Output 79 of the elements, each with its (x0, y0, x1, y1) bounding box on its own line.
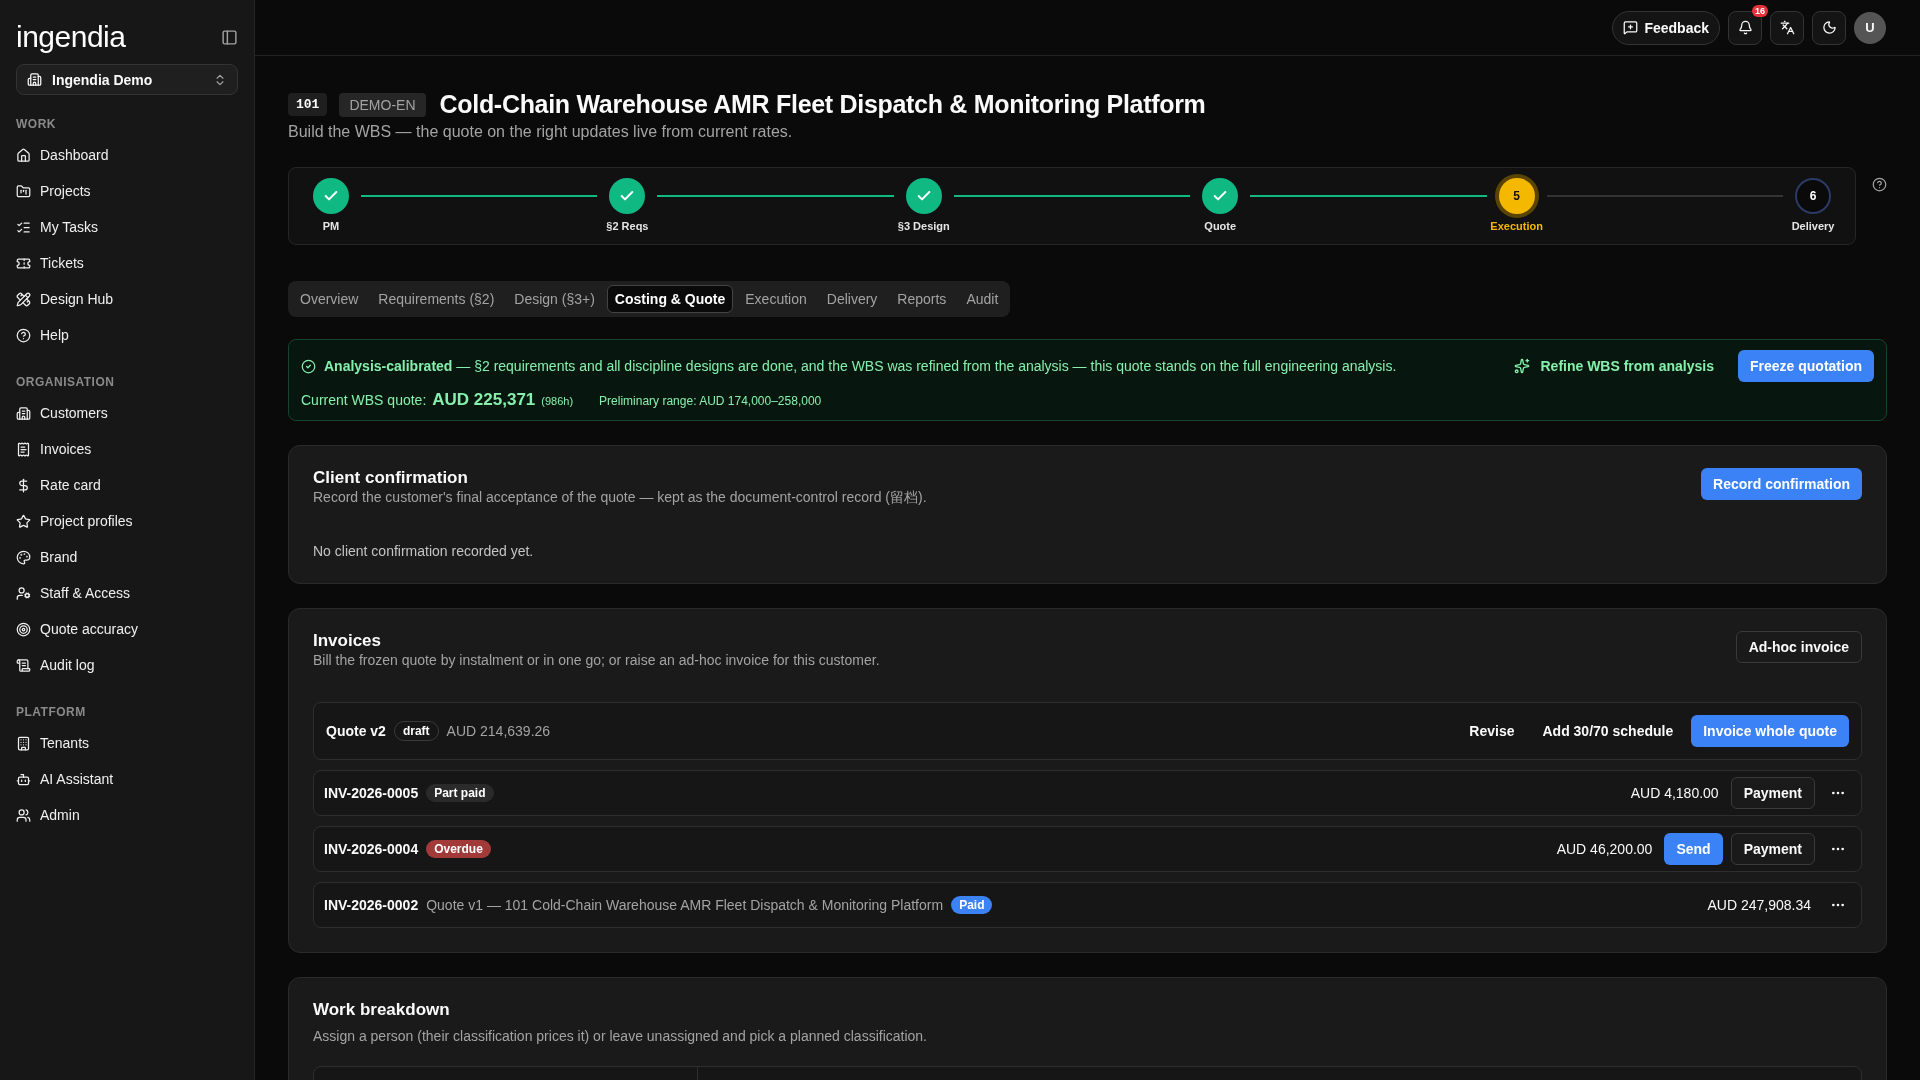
status-badge: Paid (951, 896, 993, 914)
nav-item[interactable]: Staff & Access (16, 575, 238, 611)
record-confirmation-button[interactable]: Record confirmation (1701, 468, 1862, 500)
card-title: Work breakdown (313, 1000, 451, 1020)
logo: ingendia (16, 20, 126, 54)
freeze-button[interactable]: Freeze quotation (1738, 350, 1874, 382)
outline-button[interactable]: Payment (1730, 777, 1815, 809)
nav-section-title: ORGANISATION (16, 375, 116, 389)
nav-item[interactable]: Tenants (16, 725, 238, 761)
nav-item[interactable]: Tickets (16, 245, 238, 281)
primary-button[interactable]: Send (1664, 833, 1723, 865)
invoice-number: INV-2026-0005 (324, 785, 419, 801)
tab[interactable]: Overview (292, 285, 367, 313)
tab[interactable]: Design (§3+) (506, 285, 603, 313)
text-button[interactable]: Add 30/70 schedule (1532, 715, 1684, 747)
user-avatar[interactable]: U (1854, 11, 1886, 44)
nav-item[interactable]: Help (16, 317, 238, 353)
card-title: Invoices (313, 631, 383, 651)
step-label: §3 Design (897, 220, 950, 232)
step-label: PM (322, 220, 340, 232)
quote-label: Current WBS quote: (301, 392, 427, 408)
invoice-description: Quote v1 — 101 Cold-Chain Warehouse AMR Fleet Dispatch & Monitoring Platform (426, 897, 944, 913)
project-title: Cold-Chain Warehouse AMR Fleet Dispatch & Monitoring Platform (439, 90, 1206, 119)
step-indicator[interactable]: 5 (1498, 178, 1535, 214)
refine-button[interactable]: Refine WBS from analysis (1508, 357, 1720, 375)
card-title: Client confirmation (313, 468, 469, 488)
nav-item[interactable]: AI Assistant (16, 761, 238, 797)
nav-section-title: PLATFORM (16, 705, 87, 719)
outline-button[interactable]: Payment (1730, 833, 1815, 865)
card-description: Record the customer's final acceptance of the quote — kept as the document-control record (留档). (313, 489, 927, 507)
tab[interactable]: Audit (958, 285, 1007, 313)
text-button[interactable]: Revise (1459, 715, 1525, 747)
nav-item[interactable]: Project profiles (16, 503, 238, 539)
quote-name: Quote v2 (326, 723, 386, 739)
project-code: DEMO-EN (339, 92, 426, 117)
invoice-number: INV-2026-0002 (324, 897, 419, 913)
notification-count: 16 (1752, 4, 1768, 17)
project-subtitle: Build the WBS — the quote on the right updates live from current rates. (288, 123, 794, 141)
nav-section-title: WORK (16, 117, 57, 131)
nav-item[interactable]: Admin (16, 797, 238, 833)
nav-item[interactable]: Projects (16, 173, 238, 209)
quote-hours: (986h) (541, 395, 574, 407)
invoice-amount: AUD 46,200.00 (1556, 841, 1653, 857)
tab[interactable]: Delivery (818, 285, 886, 313)
nav-item[interactable]: Customers (16, 395, 238, 431)
workspace-selector[interactable]: Ingendia Demo (16, 64, 238, 95)
tab[interactable]: Reports (889, 285, 955, 313)
card-description: Assign a person (their classification prices it) or leave unassigned and pick a planned classification. (313, 1028, 928, 1044)
nav-item[interactable]: Quote accuracy (16, 611, 238, 647)
step-label: Quote (1204, 220, 1237, 232)
invoice-number: INV-2026-0004 (324, 841, 419, 857)
preliminary-range: Preliminary range: AUD 174,000–258,000 (599, 394, 822, 408)
primary-button[interactable]: Invoice whole quote (1691, 715, 1849, 747)
ad-hoc-invoice-button[interactable]: Ad-hoc invoice (1735, 631, 1862, 663)
step-label: Execution (1490, 220, 1543, 232)
nav-item[interactable]: Invoices (16, 431, 238, 467)
step-label: §2 Reqs (606, 220, 649, 232)
banner-message: Analysis-calibrated — §2 requirements and all discipline designs are done, and the WBS was refined from the analysis — this quote stands on the full engineering analysis. (324, 358, 1398, 374)
project-number: 101 (288, 93, 328, 116)
quote-amount: AUD 214,639.26 (446, 723, 551, 739)
status-badge: Overdue (426, 840, 491, 858)
invoice-amount: AUD 247,908.34 (1707, 897, 1811, 913)
nav-item[interactable]: Rate card (16, 467, 238, 503)
status-badge: Part paid (426, 784, 494, 802)
empty-message: No client confirmation recorded yet. (313, 543, 535, 559)
nav-item[interactable]: My Tasks (16, 209, 238, 245)
feedback-button[interactable]: Feedback (1612, 10, 1720, 45)
tab[interactable]: Requirements (§2) (370, 285, 503, 313)
quote-value: AUD 225,371 (432, 390, 536, 410)
step-indicator[interactable]: 6 (1795, 178, 1832, 214)
tab[interactable]: Costing & Quote (606, 285, 734, 313)
step-label: Delivery (1791, 220, 1835, 232)
invoice-amount: AUD 4,180.00 (1630, 785, 1719, 801)
nav-item[interactable]: Brand (16, 539, 238, 575)
nav-item[interactable]: Design Hub (16, 281, 238, 317)
nav-item[interactable]: Audit log (16, 647, 238, 683)
card-description: Bill the frozen quote by instalment or in one go; or raise an ad-hoc invoice for this customer. (313, 652, 880, 668)
tab[interactable]: Execution (737, 285, 815, 313)
nav-item[interactable]: Dashboard (16, 137, 238, 173)
